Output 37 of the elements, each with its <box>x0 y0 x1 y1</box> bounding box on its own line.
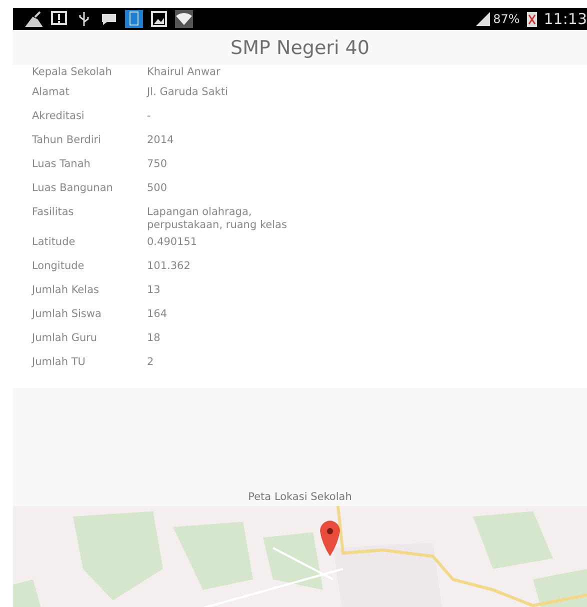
detail-value: 18 <box>147 332 162 345</box>
detail-label: Jumlah Kelas <box>32 284 100 297</box>
detail-value: Jl. Garuda Sakti <box>147 86 229 99</box>
clock: 11:13 <box>544 10 587 28</box>
alert-icon <box>50 10 68 28</box>
detail-value: 750 <box>147 158 168 171</box>
detail-value: 13 <box>147 284 162 297</box>
detail-value: 0.490151 <box>147 236 198 249</box>
detail-label: Jumlah Guru <box>32 332 98 345</box>
detail-label: Jumlah Siswa <box>32 308 102 321</box>
detail-label: Latitude <box>32 236 76 249</box>
detail-label: Alamat <box>32 86 70 99</box>
detail-value: 2014 <box>147 134 175 147</box>
detail-label: Luas Bangunan <box>32 182 114 195</box>
page-title: SMP Negeri 40 <box>230 36 370 58</box>
detail-label: Kepala Sekolah <box>32 66 113 79</box>
detail-value: - <box>147 110 152 123</box>
detail-value: 101.362 <box>147 260 192 273</box>
detail-label: Longitude <box>32 260 86 273</box>
battery-icon <box>526 11 537 27</box>
signal-icon <box>475 11 492 27</box>
map-caption: Peta Lokasi Sekolah <box>248 491 352 503</box>
detail-label: Jumlah TU <box>32 356 86 369</box>
wifi-icon <box>175 10 193 28</box>
detail-value: Khairul Anwar <box>147 66 222 79</box>
detail-label: Tahun Berdiri <box>32 134 102 147</box>
detail-value: 164 <box>147 308 168 321</box>
battery-percentage: 87% <box>493 12 520 26</box>
detail-value: Lapangan olahraga, perpustakaan, ruang kelas <box>147 206 288 232</box>
detail-value: 500 <box>147 182 168 195</box>
detail-label: Fasilitas <box>32 206 75 219</box>
detail-label: Luas Tanah <box>32 158 92 171</box>
broom-icon <box>25 10 43 28</box>
detail-label: Akreditasi <box>32 110 86 123</box>
image-icon <box>150 10 168 28</box>
detail-value: 2 <box>147 356 155 369</box>
phone-icon <box>125 10 143 28</box>
